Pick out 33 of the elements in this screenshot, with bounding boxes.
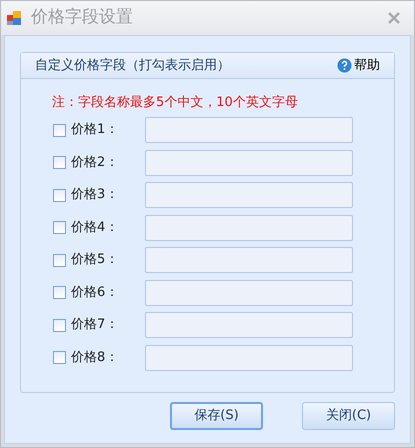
panel-title: 自定义价格字段（打勾表示启用） <box>35 56 231 75</box>
close-button[interactable]: 关闭(C) <box>302 402 395 430</box>
checkbox[interactable] <box>53 318 66 332</box>
checkbox[interactable] <box>53 351 66 364</box>
checkbox[interactable] <box>53 124 66 136</box>
checkbox[interactable] <box>53 221 66 234</box>
checkbox[interactable] <box>53 156 66 169</box>
field-label: 价格4： <box>71 218 120 237</box>
field-label: 价格8： <box>71 348 120 367</box>
checkbox[interactable] <box>53 188 66 202</box>
input-field[interactable] <box>145 312 353 338</box>
checkbox[interactable] <box>53 254 66 266</box>
input-field[interactable] <box>145 117 353 143</box>
note-text: 注：字段名称最多5个中文，10个英文字母 <box>52 94 299 112</box>
window-title: 价格字段设置 <box>31 6 133 30</box>
input-field[interactable] <box>145 150 353 176</box>
field-label: 价格5： <box>71 251 120 270</box>
field-label: 价格1： <box>71 121 120 140</box>
app-icon <box>7 11 21 25</box>
input-field[interactable] <box>145 344 353 370</box>
input-field[interactable] <box>145 214 353 240</box>
help-button[interactable]: 帮助 <box>337 56 380 76</box>
input-field[interactable] <box>145 247 353 273</box>
save-button[interactable]: 保存(S) <box>170 402 263 430</box>
checkbox[interactable] <box>53 286 66 299</box>
help-icon <box>337 58 352 73</box>
close-icon[interactable] <box>388 12 400 24</box>
field-label: 价格7： <box>71 316 120 334</box>
input-field[interactable] <box>145 182 353 208</box>
field-label: 价格3： <box>71 186 120 204</box>
field-label: 价格2： <box>71 154 120 172</box>
field-label: 价格6： <box>71 284 120 302</box>
input-field[interactable] <box>145 280 353 306</box>
